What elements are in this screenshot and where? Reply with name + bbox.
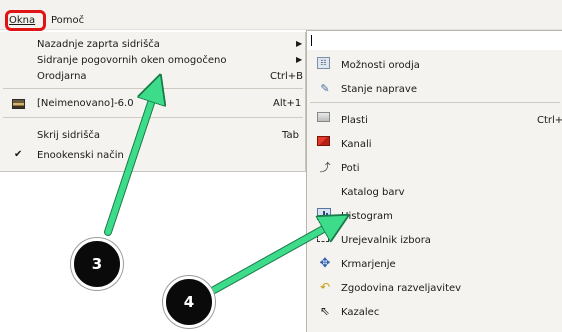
callout-number: 3 [91,255,103,273]
menu-item-single-window-mode[interactable]: ✔ Enookenski način [0,147,306,163]
submenu-item-accel: Ctrl+ [537,115,562,126]
callout-badge-3: 3 [71,238,123,290]
menu-item-label: Orodjarna [37,71,87,82]
menu-item-recently-closed-docks[interactable]: Nazadnje zaprta sidrišča ▶ [0,36,306,52]
submenu-item-selection-editor[interactable]: Urejevalnik izbora [307,228,562,250]
undo-history-icon: ↶ [319,280,331,294]
submenu-item-label: Plasti [341,115,368,126]
menu-separator [3,117,303,118]
submenu-item-undo-history[interactable]: ↶ Zgodovina razveljavitev [307,276,562,298]
submenu-item-label: Kanali [341,139,372,150]
submenu-item-label: Histogram [341,211,393,222]
submenu-item-label: Krmarjenje [341,259,396,270]
menu-item-accel: Tab [282,130,299,141]
submenu-item-label: Zgodovina razveljavitev [341,283,462,294]
menu-item-toolbox[interactable]: Orodjarna Ctrl+B [0,68,306,84]
menu-item-dialog-docking[interactable]: Sidranje pogovornih oken omogočeno ▶ [0,52,306,68]
submenu-item-layers[interactable]: Plasti Ctrl+ [307,108,562,130]
text-caret [311,35,312,46]
channels-icon [317,136,330,146]
submenu-item-tool-options[interactable]: ☷ Možnosti orodja [307,53,562,75]
menubar: Okna Pomoč [0,0,562,31]
submenu-item-label: Poti [341,163,360,174]
submenu-item-label: Možnosti orodja [341,60,420,71]
pointer-icon: ⇖ [319,304,331,318]
submenu-item-channels[interactable]: Kanali [307,132,562,154]
callout-badge-4: 4 [163,276,215,328]
okna-dropdown-menu: Nazadnje zaprta sidrišča ▶ Sidranje pogo… [0,32,306,172]
menu-item-accel: Ctrl+B [270,71,304,82]
menu-pomoc[interactable]: Pomoč [51,15,84,26]
selection-editor-icon [317,232,329,242]
submenu-item-pointer[interactable]: ⇖ Kazalec [307,300,562,322]
submenu-item-label: Katalog barv [341,187,405,198]
dockable-dialogs-submenu: ☷ Možnosti orodja ✎ Stanje naprave Plast… [306,50,562,332]
submenu-header-field [306,30,562,50]
tool-options-icon: ☷ [317,57,330,69]
menu-separator [3,88,303,89]
callout-number: 4 [183,293,195,311]
submenu-item-label: Stanje naprave [341,84,417,95]
menu-item-hide-docks[interactable]: Skrij sidrišča Tab [0,127,306,143]
histogram-icon [317,208,331,220]
navigation-icon: ✥ [319,255,331,271]
submenu-item-paths[interactable]: ⤴ Poti [307,156,562,178]
submenu-item-navigation[interactable]: ✥ Krmarjenje [307,252,562,274]
paths-icon: ⤴ [319,161,331,174]
device-status-icon: ✎ [320,81,330,95]
menu-item-accel: Alt+1 [273,98,302,109]
menu-item-label: [Neimenovano]-6.0 [37,98,134,109]
menu-item-label: Nazadnje zaprta sidrišča [37,39,160,50]
submenu-separator [310,102,560,103]
submenu-arrow-icon: ▶ [296,39,303,48]
submenu-item-device-status[interactable]: ✎ Stanje naprave [307,77,562,99]
submenu-item-histogram[interactable]: Histogram [307,204,562,226]
menu-item-label: Enookenski način [37,150,124,161]
image-thumbnail-icon [12,99,25,109]
submenu-item-label: Urejevalnik izbora [341,235,431,246]
menu-item-image-window[interactable]: [Neimenovano]-6.0 Alt+1 [0,95,306,111]
highlight-ring [5,10,46,31]
menu-item-label: Skrij sidrišča [37,130,101,141]
layers-icon [317,112,330,122]
menu-item-label: Sidranje pogovornih oken omogočeno [37,55,227,66]
checkmark-icon: ✔ [14,149,23,160]
submenu-item-color-catalog[interactable]: Katalog barv [307,180,562,202]
color-catalog-icon [317,184,332,197]
submenu-arrow-icon: ▶ [296,55,303,64]
submenu-item-label: Kazalec [341,307,380,318]
